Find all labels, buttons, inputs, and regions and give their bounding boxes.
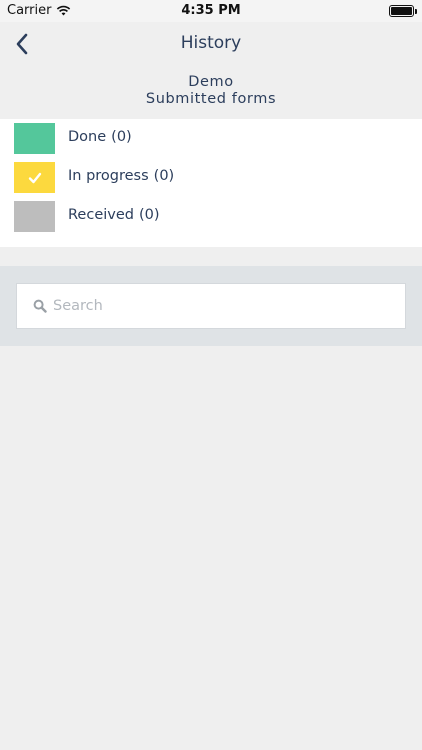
- in-progress-color-swatch[interactable]: [14, 162, 55, 193]
- search-input[interactable]: [53, 298, 383, 314]
- filter-label-in-progress: In progress (0): [68, 168, 174, 184]
- filter-name: In progress: [68, 168, 149, 184]
- checkmark-icon: [28, 172, 41, 183]
- section-title: Submitted forms: [145, 91, 277, 107]
- filter-label-received: Received (0): [68, 207, 160, 223]
- project-name: Demo: [188, 74, 234, 90]
- filter-label-done: Done (0): [68, 129, 132, 145]
- search-area: [0, 266, 422, 346]
- navigation-bar: History: [0, 22, 422, 66]
- done-color-swatch[interactable]: [14, 123, 55, 154]
- status-time: 4:35 PM: [181, 3, 241, 18]
- search-icon: [33, 299, 47, 313]
- filter-count: (0): [138, 207, 160, 223]
- received-color-swatch[interactable]: [14, 201, 55, 232]
- page-title: History: [180, 33, 242, 53]
- filter-item-in-progress[interactable]: In progress (0): [0, 158, 422, 197]
- battery-icon: [389, 5, 417, 17]
- status-filter-list: Done (0) In progress (0) Received (0): [0, 119, 422, 247]
- filter-count: (0): [111, 129, 132, 145]
- filter-count: (0): [153, 168, 175, 184]
- search-box[interactable]: [16, 283, 406, 329]
- status-bar: Carrier 4:35 PM: [0, 0, 422, 22]
- filter-name: Received: [68, 207, 134, 223]
- filter-item-received[interactable]: Received (0): [0, 197, 422, 236]
- filter-name: Done: [68, 129, 107, 145]
- filter-item-done[interactable]: Done (0): [0, 119, 422, 158]
- form-header: Demo Submitted forms: [0, 74, 422, 108]
